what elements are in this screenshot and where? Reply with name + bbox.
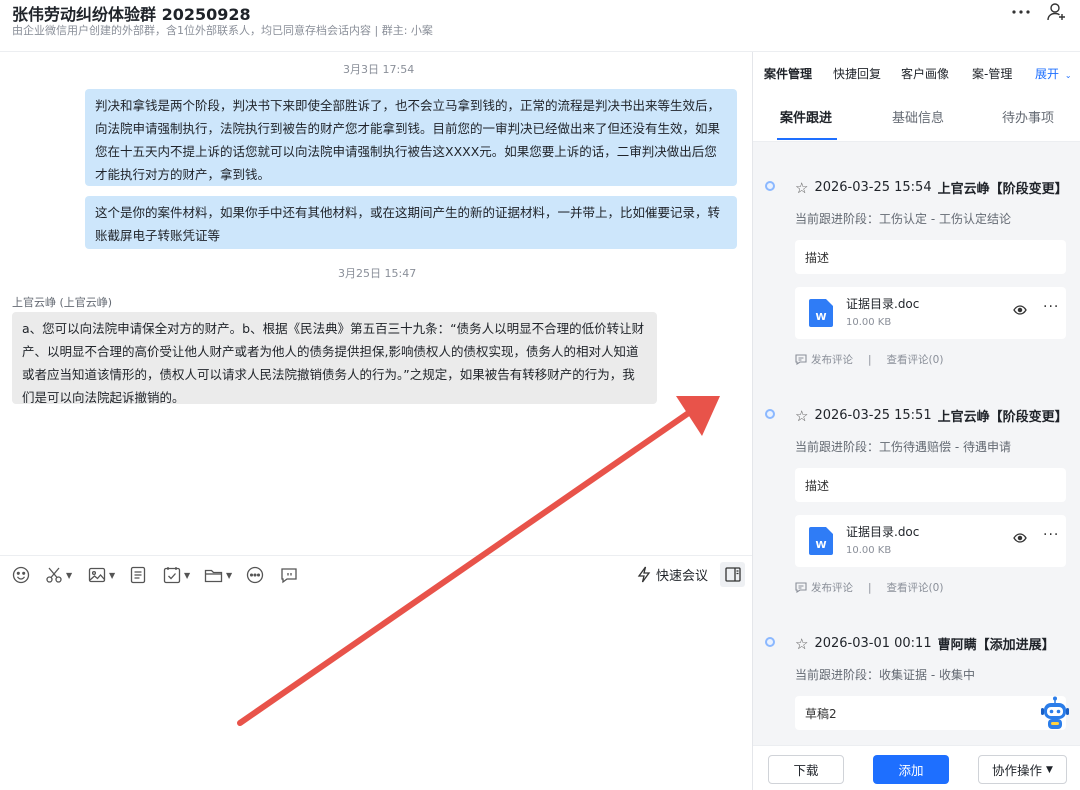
comment-row: 发布评论 | 查看评论(0) — [795, 580, 943, 595]
follow-up-timeline[interactable]: ☆ 2026-03-25 15:54 上官云峥【阶段变更】 当前跟进阶段：工伤认… — [753, 143, 1080, 733]
tab-basic-info[interactable]: 基础信息 — [892, 107, 944, 126]
folder-icon[interactable]: ▼ — [204, 565, 232, 585]
more-dots-icon[interactable]: ··· — [1043, 299, 1059, 315]
side-tab-bar: 案件管理 快捷回复 客户画像 案-管理 展开 ⌄ — [753, 52, 1080, 92]
panel-layout-icon — [724, 567, 741, 582]
download-button[interactable]: 下载 — [768, 755, 844, 784]
word-file-icon: W — [809, 527, 833, 555]
composer-toolbar: ▼ ▼ ▼ ▼ 快速会议 — [0, 555, 752, 593]
quick-meeting-button[interactable]: 快速会议 — [637, 565, 708, 584]
preview-eye-icon[interactable] — [1013, 531, 1027, 547]
divider: | — [868, 581, 872, 594]
entry-description[interactable]: 描述 — [795, 468, 1066, 502]
view-comments-link[interactable]: 查看评论(0) — [887, 352, 944, 367]
entry-author-action: 上官云峥【阶段变更】 — [937, 182, 1068, 197]
message-input[interactable] — [0, 593, 752, 790]
word-file-icon: W — [809, 299, 833, 327]
entry-datetime: 2026-03-25 15:51 — [814, 408, 932, 423]
entry-stage: 当前跟进阶段：工伤待遇赔偿 - 待遇申请 — [795, 440, 1011, 454]
active-tab-indicator — [777, 138, 837, 140]
entry-datetime: 2026-03-01 00:11 — [814, 636, 932, 651]
message-bubble-incoming[interactable]: a、您可以向法院申请保全对方的财产。b、根据《民法典》第五百三十九条：“债务人以… — [12, 312, 657, 405]
emoji-icon[interactable] — [12, 565, 30, 585]
preview-eye-icon[interactable] — [1013, 303, 1027, 319]
lightning-icon — [637, 566, 651, 583]
quote-reply-icon[interactable] — [280, 565, 298, 585]
collab-actions-label: 协作操作 — [992, 763, 1043, 778]
star-icon[interactable]: ☆ — [795, 635, 808, 653]
chevron-down-icon[interactable]: ▼ — [109, 571, 115, 580]
timeline-dot — [765, 181, 775, 191]
tab-todo[interactable]: 待办事项 — [1002, 107, 1054, 126]
expand-tabs-button[interactable]: 展开 ⌄ — [1035, 65, 1072, 82]
group-subtitle: 由企业微信用户创建的外部群，含1位外部联系人，均已同意存档会话内容 | 群主: … — [12, 24, 433, 37]
view-comments-link[interactable]: 查看评论(0) — [887, 580, 944, 595]
tab-case-follow-up[interactable]: 案件跟进 — [780, 107, 832, 126]
timeline-dot — [765, 637, 775, 647]
assistant-robot-icon[interactable] — [1040, 696, 1070, 730]
entry-datetime: 2026-03-25 15:54 — [814, 180, 932, 195]
tab-case-admin[interactable]: 案-管理 — [972, 65, 1012, 82]
file-size: 10.00 KB — [846, 545, 892, 556]
more-circle-icon[interactable] — [246, 565, 264, 585]
quick-meeting-label: 快速会议 — [656, 569, 709, 584]
expand-label: 展开 — [1035, 67, 1060, 81]
entry-header: ☆ 2026-03-01 00:11 曹阿瞒【添加进展】 — [795, 634, 1055, 654]
entry-stage: 当前跟进阶段：收集证据 - 收集中 — [795, 668, 975, 682]
chevron-down-icon: ▼ — [1046, 764, 1053, 775]
add-button[interactable]: 添加 — [873, 755, 949, 784]
star-icon[interactable]: ☆ — [795, 179, 808, 197]
chevron-down-icon[interactable]: ▼ — [184, 571, 190, 580]
post-comment-link[interactable]: 发布评论 — [811, 580, 853, 595]
post-comment-link[interactable]: 发布评论 — [811, 352, 853, 367]
file-name: 证据目录.doc — [846, 297, 920, 311]
attachment-card[interactable]: W 证据目录.doc 10.00 KB ··· — [795, 515, 1066, 567]
screenshot-scissors-icon[interactable]: ▼ — [45, 565, 72, 585]
entry-author-action: 上官云峥【阶段变更】 — [937, 410, 1068, 425]
tab-case-management[interactable]: 案件管理 — [764, 65, 812, 82]
star-icon[interactable]: ☆ — [795, 407, 808, 425]
image-icon[interactable]: ▼ — [88, 565, 115, 585]
entry-header: ☆ 2026-03-25 15:51 上官云峥【阶段变更】 — [795, 406, 1068, 426]
app-window: 张伟劳动纠纷体验群 20250928 由企业微信用户创建的外部群，含1位外部联系… — [0, 0, 1080, 790]
file-size: 10.00 KB — [846, 317, 892, 328]
message-bubble-outgoing[interactable]: 这个是你的案件材料，如果你手中还有其他材料，或在这期间产生的新的证据材料，一并带… — [85, 196, 737, 249]
timeline-dot — [765, 409, 775, 419]
side-panel-toggle-button[interactable] — [720, 562, 745, 587]
divider: | — [868, 353, 872, 366]
message-bubble-outgoing[interactable]: 判决和拿钱是两个阶段，判决书下来即使全部胜诉了，也不会立马拿到钱的，正常的流程是… — [85, 89, 737, 186]
chevron-down-icon[interactable]: ▼ — [66, 571, 72, 580]
chevron-down-icon: ⌄ — [1064, 71, 1072, 80]
collab-actions-button[interactable]: 协作操作 ▼ — [978, 755, 1067, 784]
chat-message-area[interactable]: 3月3日 17:54 判决和拿钱是两个阶段，判决书下来即使全部胜诉了，也不会立马… — [0, 52, 752, 555]
message-sender-name[interactable]: 上官云峥 (上官云峥) — [12, 294, 112, 310]
comment-icon — [795, 354, 807, 365]
tab-quick-reply[interactable]: 快捷回复 — [833, 65, 881, 82]
chat-header: 张伟劳动纠纷体验群 20250928 由企业微信用户创建的外部群，含1位外部联系… — [0, 0, 1080, 52]
more-dots-icon[interactable] — [1009, 0, 1033, 24]
chevron-down-icon[interactable]: ▼ — [226, 571, 232, 580]
tab-customer-profile[interactable]: 客户画像 — [901, 65, 949, 82]
task-check-icon[interactable]: ▼ — [163, 565, 190, 585]
more-dots-icon[interactable]: ··· — [1043, 527, 1059, 543]
case-side-panel: 案件管理 快捷回复 客户画像 案-管理 展开 ⌄ 案件跟进 基础信息 待办事项 … — [752, 52, 1080, 790]
document-icon[interactable] — [130, 565, 146, 585]
message-timestamp: 3月3日 17:54 — [343, 63, 415, 76]
entry-description[interactable]: 草稿2 — [795, 696, 1066, 730]
entry-header: ☆ 2026-03-25 15:54 上官云峥【阶段变更】 — [795, 178, 1068, 198]
entry-author-action: 曹阿瞒【添加进展】 — [937, 638, 1055, 653]
case-sub-tabs: 案件跟进 基础信息 待办事项 — [753, 92, 1080, 142]
entry-description[interactable]: 描述 — [795, 240, 1066, 274]
add-person-icon[interactable] — [1045, 0, 1069, 24]
attachment-card[interactable]: W 证据目录.doc 10.00 KB ··· — [795, 287, 1066, 339]
comment-row: 发布评论 | 查看评论(0) — [795, 352, 943, 367]
message-timestamp: 3月25日 15:47 — [338, 267, 417, 280]
entry-stage: 当前跟进阶段：工伤认定 - 工伤认定结论 — [795, 212, 1011, 226]
file-name: 证据目录.doc — [846, 525, 920, 539]
comment-icon — [795, 582, 807, 593]
side-panel-footer: 下载 添加 协作操作 ▼ — [753, 745, 1080, 790]
